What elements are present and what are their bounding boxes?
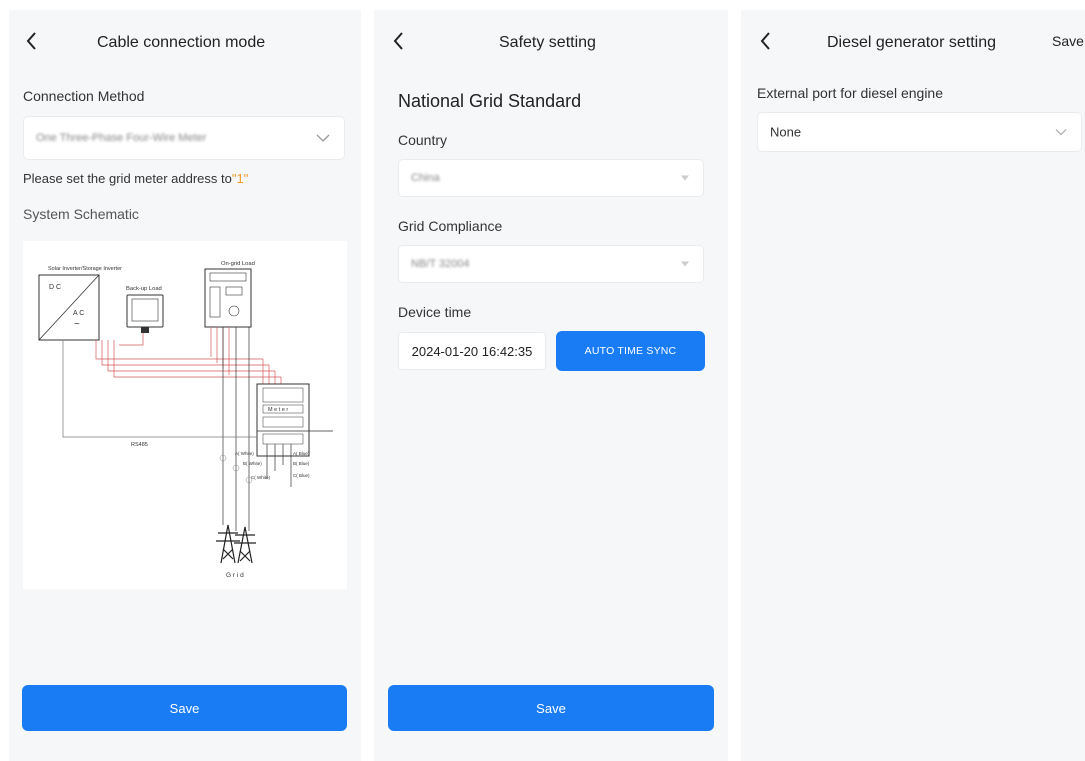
page-title: Safety setting — [499, 34, 596, 51]
note-address-value: "1" — [231, 171, 249, 186]
grid-label: G r i d — [226, 572, 244, 579]
diesel-generator-panel: Diesel generator setting Save External p… — [741, 10, 1085, 761]
connection-method-value: One Three-Phase Four-Wire Meter — [36, 132, 207, 144]
ct-label-b: B( White) — [243, 461, 262, 466]
safety-setting-panel: Safety setting National Grid Standard Co… — [374, 10, 728, 761]
header: Cable connection mode — [9, 10, 361, 74]
back-arrow-icon[interactable] — [23, 30, 41, 52]
ongrid-load-label: On-grid Load — [221, 261, 255, 267]
device-time-label: Device time — [398, 304, 472, 320]
header: Diesel generator setting Save — [741, 10, 1085, 74]
chevron-down-icon — [1055, 129, 1067, 136]
ct-label-a: A( White) — [235, 451, 254, 456]
diesel-port-label: External port for diesel engine — [757, 85, 943, 101]
grid-compliance-select[interactable]: NB/T 32004 — [398, 245, 704, 283]
country-label: Country — [398, 132, 448, 148]
meter-label: M e t e r — [268, 407, 288, 413]
rs485-label: RS485 — [131, 442, 148, 448]
connection-method-select[interactable]: One Three-Phase Four-Wire Meter — [23, 116, 345, 160]
back-arrow-icon[interactable] — [390, 30, 408, 52]
diesel-port-select[interactable]: None — [757, 112, 1082, 152]
system-schematic-label: System Schematic — [23, 206, 139, 222]
chevron-down-icon — [316, 134, 330, 142]
system-schematic-diagram: Solar Inverter/Storage Inverter D C A C … — [23, 241, 347, 589]
meter-address-note: Please set the grid meter address to"1" — [23, 171, 248, 186]
country-value: China — [411, 172, 440, 184]
ct-label-c-right: C( Blue) — [293, 473, 310, 478]
save-button[interactable]: Save — [1052, 33, 1084, 49]
ct-label-c: C( White) — [251, 475, 271, 480]
chevron-down-icon — [681, 175, 689, 181]
cable-connection-panel: Cable connection mode Connection Method … — [9, 10, 361, 761]
page-title: Cable connection mode — [97, 34, 266, 51]
diesel-port-value: None — [770, 124, 802, 140]
grid-compliance-label: Grid Compliance — [398, 218, 503, 234]
grid-compliance-value: NB/T 32004 — [411, 258, 470, 270]
backup-load-label: Back-up Load — [126, 286, 162, 292]
page-title: Diesel generator setting — [827, 34, 996, 51]
ct-label-b-right: B( Blue) — [293, 461, 310, 466]
save-button[interactable]: Save — [22, 685, 347, 731]
auto-time-sync-button[interactable]: AUTO TIME SYNC — [556, 331, 705, 371]
ct-label-a-right: A( Blue) — [293, 451, 310, 456]
save-button[interactable]: Save — [388, 685, 714, 731]
header: Safety setting — [374, 10, 728, 74]
back-arrow-icon[interactable] — [757, 30, 775, 52]
device-time-value: 2024-01-20 16:42:35 — [398, 332, 546, 370]
ac-label: A C — [73, 310, 84, 317]
svg-text:~: ~ — [74, 319, 80, 330]
chevron-down-icon — [681, 261, 689, 267]
section-title: National Grid Standard — [398, 91, 582, 111]
dc-label: D C — [49, 284, 61, 291]
inverter-label: Solar Inverter/Storage Inverter — [48, 266, 122, 272]
connection-method-label: Connection Method — [23, 88, 145, 104]
note-text: Please set the grid meter address to — [23, 171, 232, 186]
country-select[interactable]: China — [398, 159, 704, 197]
